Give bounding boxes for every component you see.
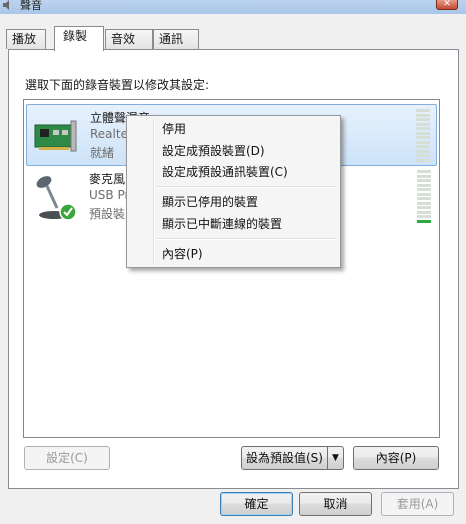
device-driver: USB Pr xyxy=(89,188,130,202)
menu-item-show-disconnected[interactable]: 顯示已中斷連線的裝置 xyxy=(162,214,282,234)
tab-sounds[interactable]: 音效 xyxy=(105,29,153,49)
device-name: 麥克風 xyxy=(89,172,126,186)
close-button[interactable]: ✕ xyxy=(436,0,458,10)
level-segment xyxy=(417,170,431,173)
set-default-label: 設為預設值(S) xyxy=(246,451,323,465)
level-segment xyxy=(417,206,431,209)
level-segment xyxy=(416,131,430,135)
tab-communications[interactable]: 通訊 xyxy=(153,29,199,49)
level-segment xyxy=(416,145,430,148)
menu-separator xyxy=(157,186,337,188)
level-segment xyxy=(417,179,431,182)
microphone-icon xyxy=(36,176,77,221)
cancel-button[interactable]: 取消 xyxy=(299,492,372,516)
level-segment xyxy=(417,197,431,200)
level-segment xyxy=(416,158,430,162)
title-bar: 聲音 ✕ xyxy=(0,0,466,14)
level-segment xyxy=(416,154,430,157)
device-driver: Realte xyxy=(90,127,128,141)
level-segment xyxy=(417,188,431,191)
tab-label: 錄製 xyxy=(63,29,88,43)
level-segment xyxy=(417,215,431,218)
menu-item-show-disabled[interactable]: 顯示已停用的裝置 xyxy=(162,192,258,212)
tab-recording[interactable]: 錄製 xyxy=(54,26,104,51)
device-status: 預設裝 xyxy=(89,207,126,221)
level-segment xyxy=(417,210,431,214)
sound-card-icon xyxy=(34,120,77,152)
context-menu: 停用 設定成預設裝置(D) 設定成預設通訊裝置(C) 顯示已停用的裝置 顯示已中… xyxy=(126,115,341,268)
level-meter xyxy=(416,109,430,163)
properties-button[interactable]: 內容(P) xyxy=(353,446,439,470)
dialog-body: 播放 錄製 音效 通訊 選取下面的錄音裝置以修改其設定: 立體聲混音 Realt… xyxy=(0,14,466,524)
level-segment xyxy=(416,113,430,117)
instruction-text: 選取下面的錄音裝置以修改其設定: xyxy=(25,78,210,92)
configure-button[interactable]: 設定(C) xyxy=(24,446,110,470)
level-segment xyxy=(416,127,430,130)
menu-separator xyxy=(157,238,337,240)
level-segment xyxy=(417,192,431,196)
apply-button[interactable]: 套用(A) xyxy=(381,492,454,516)
close-icon: ✕ xyxy=(443,0,451,9)
level-segment xyxy=(416,149,430,153)
level-segment xyxy=(417,183,431,187)
level-segment xyxy=(416,118,430,121)
level-segment xyxy=(416,109,430,112)
set-default-split-button[interactable]: 設為預設值(S) ▼ xyxy=(241,446,344,470)
menu-item-set-default-device[interactable]: 設定成預設裝置(D) xyxy=(162,141,265,161)
level-segment xyxy=(416,140,430,144)
menu-item-disable[interactable]: 停用 xyxy=(162,119,186,139)
level-meter xyxy=(417,170,431,224)
tab-label: 通訊 xyxy=(159,32,184,46)
menu-item-properties[interactable]: 內容(P) xyxy=(162,244,203,264)
tab-playback[interactable]: 播放 xyxy=(6,29,46,49)
chevron-down-icon[interactable]: ▼ xyxy=(327,447,343,469)
level-segment xyxy=(417,219,431,223)
tab-label: 播放 xyxy=(12,32,37,46)
ok-button[interactable]: 確定 xyxy=(220,492,293,516)
tab-label: 音效 xyxy=(111,32,136,46)
device-status: 就緒 xyxy=(90,146,115,160)
speaker-app-icon xyxy=(3,0,9,10)
level-segment xyxy=(417,174,431,178)
level-segment xyxy=(417,201,431,205)
level-segment xyxy=(416,136,430,139)
menu-item-set-default-comm-device[interactable]: 設定成預設通訊裝置(C) xyxy=(162,162,288,182)
window-title: 聲音 xyxy=(20,0,42,12)
level-segment xyxy=(416,122,430,126)
